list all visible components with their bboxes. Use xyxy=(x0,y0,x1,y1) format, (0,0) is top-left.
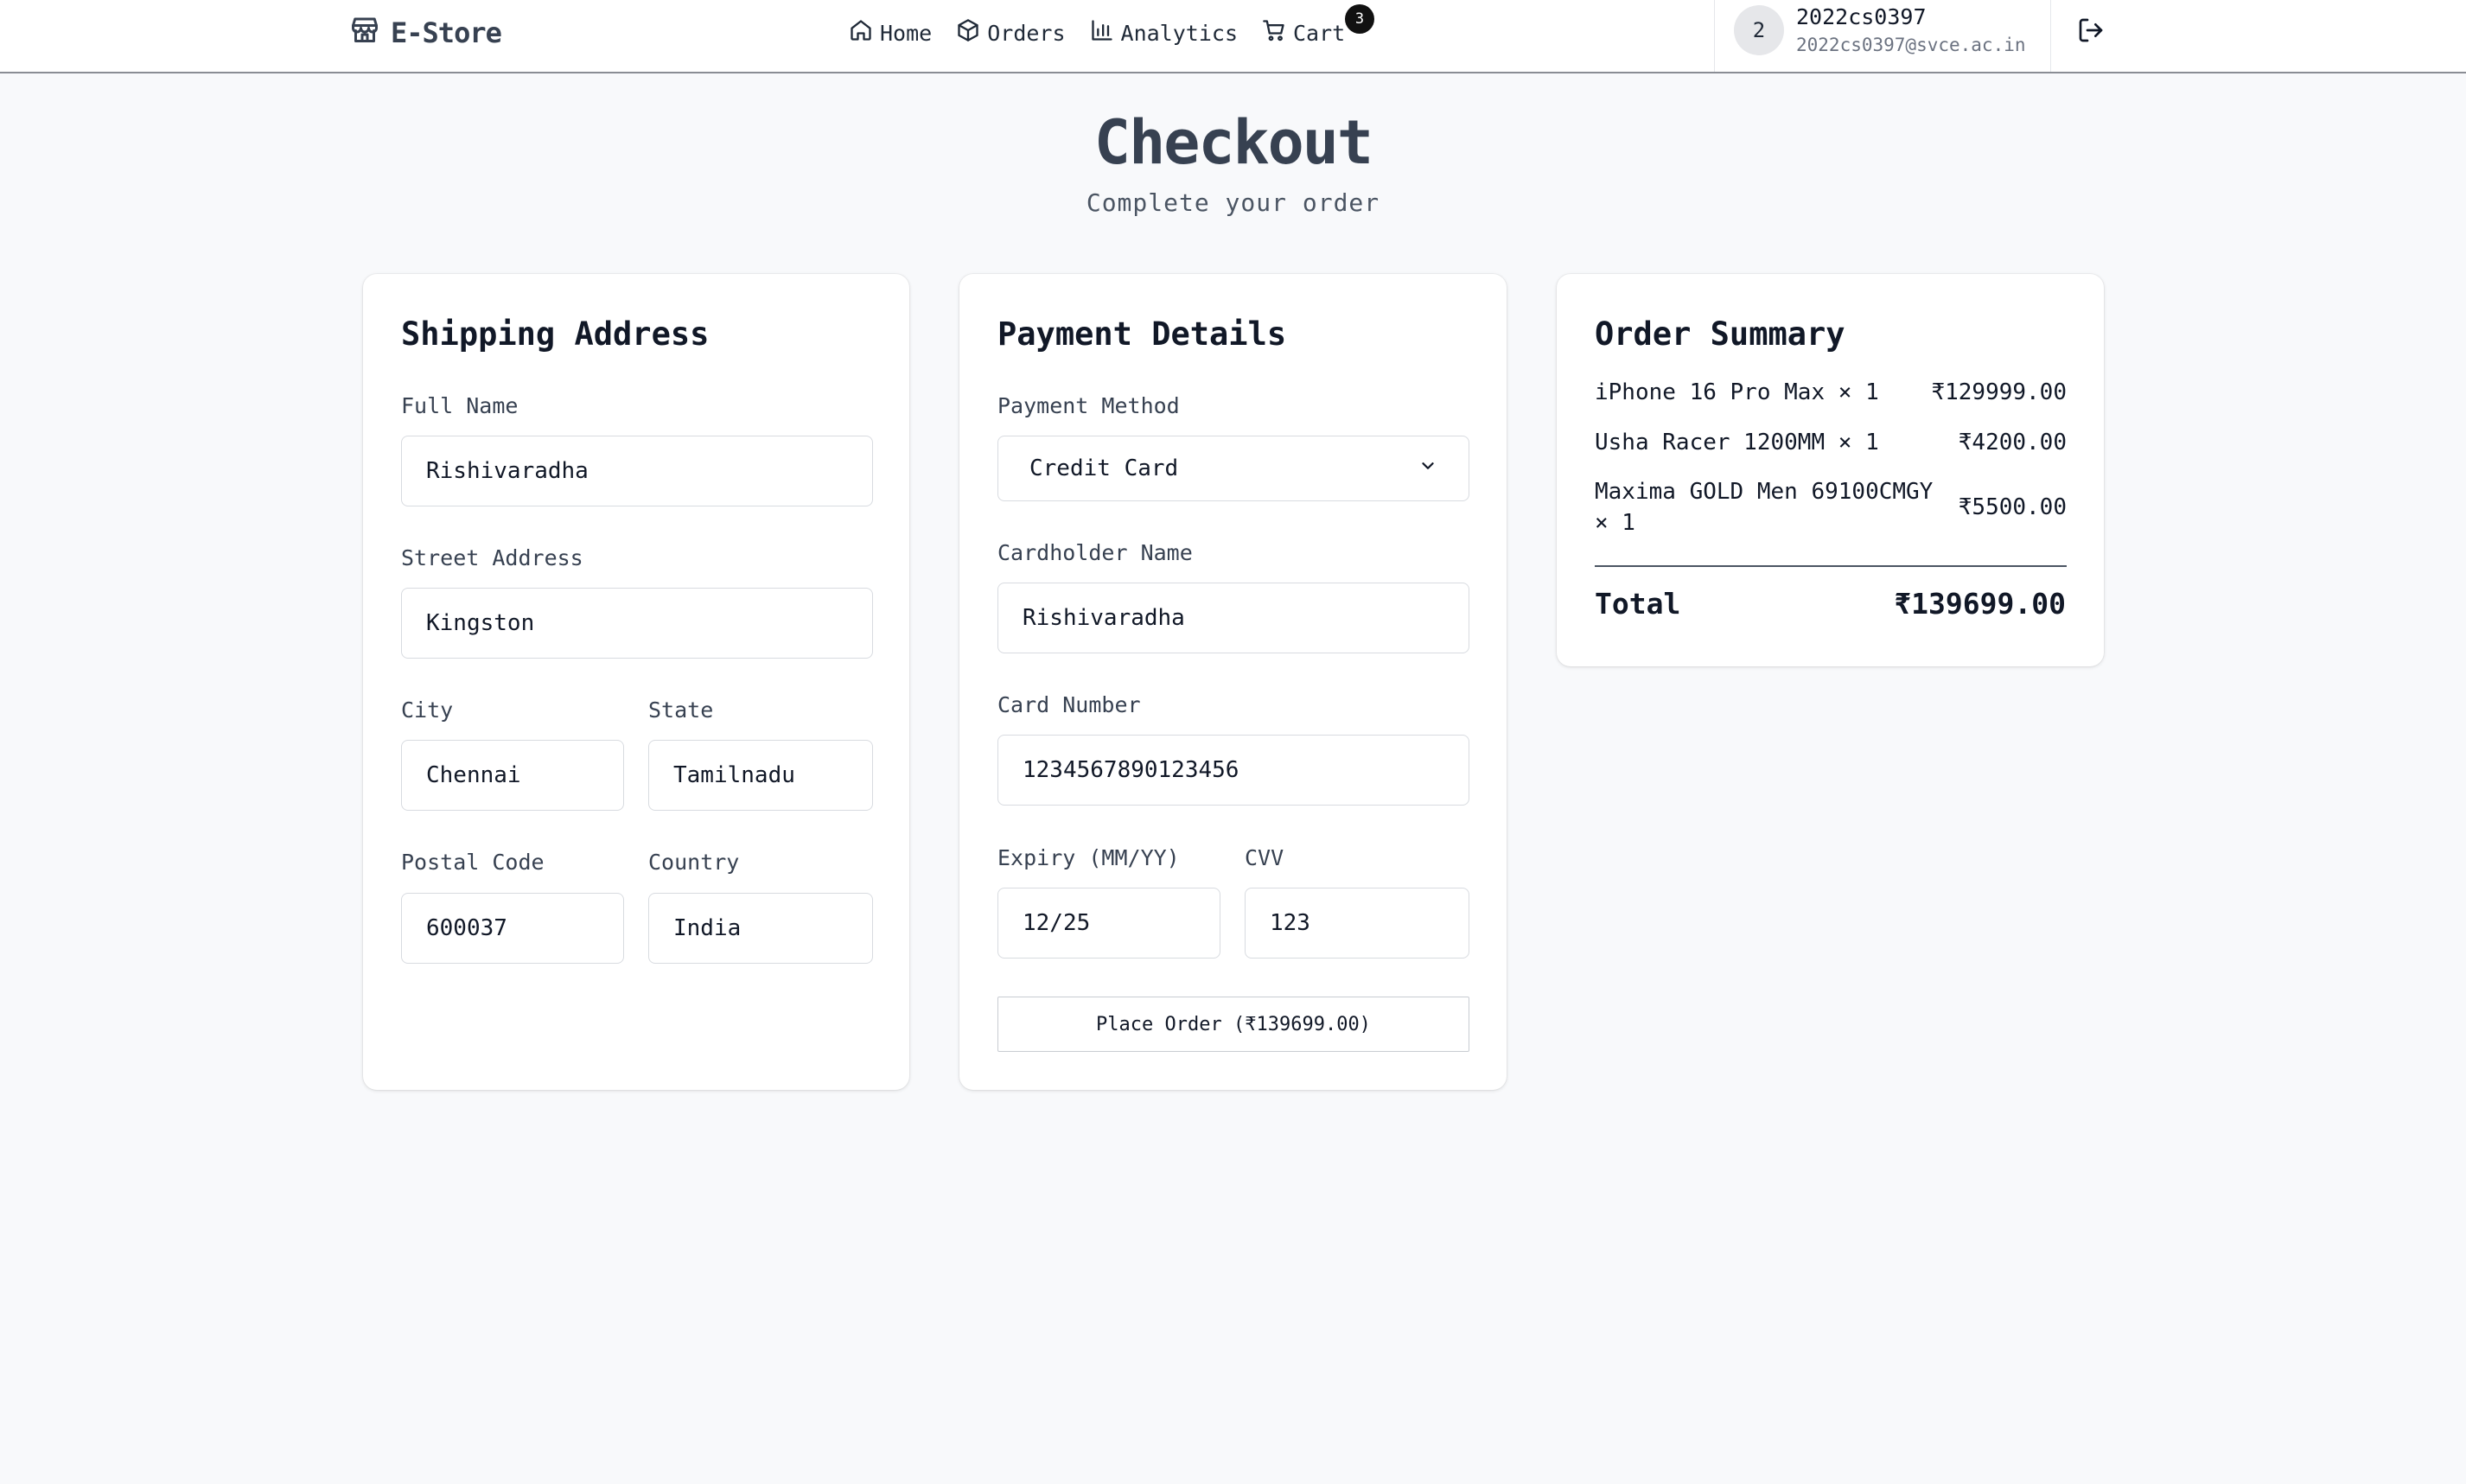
postal-code-input[interactable] xyxy=(401,893,624,964)
user-profile[interactable]: 2 2022cs0397 2022cs0397@svce.ac.in xyxy=(1714,0,2051,72)
country-label: Country xyxy=(648,850,740,875)
cardholder-name-label: Cardholder Name xyxy=(997,540,1193,565)
avatar: 2 xyxy=(1734,5,1784,55)
cvv-input[interactable] xyxy=(1245,888,1469,959)
expiry-label: Expiry (MM/YY) xyxy=(997,845,1180,870)
shipping-address-card: Shipping Address Full Name Street Addres… xyxy=(363,274,909,1090)
top-navbar: E-Store Home Orders Analytics Cart 3 2 2… xyxy=(0,0,2466,73)
summary-item: Maxima GOLD Men 69100CMGY × 1 ₹5500.00 xyxy=(1595,476,2067,538)
nav-item-cart[interactable]: Cart 3 xyxy=(1262,4,1374,48)
shipping-title: Shipping Address xyxy=(401,315,710,353)
brand-logo[interactable]: E-Store xyxy=(349,14,502,52)
payment-method-label: Payment Method xyxy=(997,393,1180,418)
brand-name: E-Store xyxy=(391,16,502,49)
page-subtitle: Complete your order xyxy=(1086,188,1380,217)
nav-label-analytics: Analytics xyxy=(1120,20,1238,46)
summary-item-price: ₹129999.00 xyxy=(1931,379,2067,405)
nav-item-analytics[interactable]: Analytics xyxy=(1090,18,1238,48)
summary-item-price: ₹5500.00 xyxy=(1958,494,2067,520)
expiry-input[interactable] xyxy=(997,888,1220,959)
nav-label-cart: Cart xyxy=(1293,20,1346,46)
city-label: City xyxy=(401,697,454,723)
summary-item: iPhone 16 Pro Max × 1 ₹129999.00 xyxy=(1595,377,2067,408)
nav-item-orders[interactable]: Orders xyxy=(956,18,1066,48)
main-nav: Home Orders Analytics Cart 3 xyxy=(849,4,1374,50)
summary-item-name: Maxima GOLD Men 69100CMGY × 1 xyxy=(1595,479,1934,536)
nav-label-home: Home xyxy=(880,20,933,46)
state-input[interactable] xyxy=(648,740,873,811)
total-label: Total xyxy=(1595,587,1681,621)
postal-code-label: Postal Code xyxy=(401,850,545,875)
user-email: 2022cs0397@svce.ac.in xyxy=(1796,35,2026,55)
user-name: 2022cs0397 xyxy=(1796,4,1927,29)
order-summary-title: Order Summary xyxy=(1595,315,1845,353)
total-value: ₹139699.00 xyxy=(1894,587,2066,621)
page-title: Checkout xyxy=(1093,107,1373,178)
summary-item-name: Usha Racer 1200MM × 1 xyxy=(1595,430,1879,455)
bar-chart-icon xyxy=(1090,18,1114,48)
box-icon xyxy=(956,18,980,48)
cvv-label: CVV xyxy=(1245,845,1284,870)
home-icon xyxy=(849,18,873,48)
street-address-label: Street Address xyxy=(401,545,583,570)
card-number-input[interactable] xyxy=(997,735,1469,806)
country-input[interactable] xyxy=(648,893,873,964)
payment-method-value: Credit Card xyxy=(1029,455,1179,481)
payment-method-select[interactable]: Credit Card xyxy=(997,436,1469,501)
full-name-input[interactable] xyxy=(401,436,873,506)
order-summary-card: Order Summary iPhone 16 Pro Max × 1 ₹129… xyxy=(1557,274,2104,666)
chevron-down-icon xyxy=(1418,455,1437,481)
cart-icon xyxy=(1262,18,1286,48)
card-number-label: Card Number xyxy=(997,692,1141,717)
nav-label-orders: Orders xyxy=(987,20,1066,46)
city-input[interactable] xyxy=(401,740,624,811)
summary-item: Usha Racer 1200MM × 1 ₹4200.00 xyxy=(1595,427,2067,458)
summary-item-name: iPhone 16 Pro Max × 1 xyxy=(1595,379,1879,405)
summary-divider xyxy=(1595,565,2067,567)
full-name-label: Full Name xyxy=(401,393,519,418)
payment-title: Payment Details xyxy=(997,315,1287,353)
payment-details-card: Payment Details Payment Method Credit Ca… xyxy=(959,274,1507,1090)
nav-item-home[interactable]: Home xyxy=(849,18,932,48)
state-label: State xyxy=(648,697,714,723)
place-order-button[interactable]: Place Order (₹139699.00) xyxy=(997,997,1469,1052)
store-icon xyxy=(349,14,380,52)
street-address-input[interactable] xyxy=(401,588,873,659)
cardholder-name-input[interactable] xyxy=(997,583,1469,653)
logout-button[interactable] xyxy=(2074,16,2107,48)
cart-count-badge: 3 xyxy=(1345,4,1374,34)
summary-item-price: ₹4200.00 xyxy=(1958,430,2067,455)
logout-icon xyxy=(2077,16,2105,48)
